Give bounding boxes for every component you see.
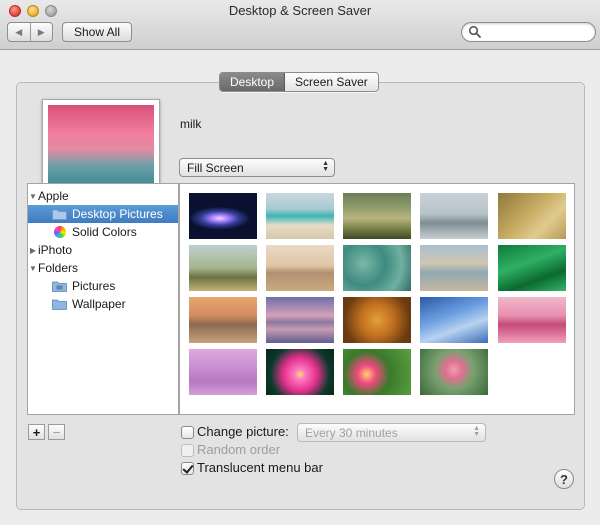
thumbnail-lion[interactable] — [343, 297, 411, 343]
source-label: Apple — [38, 189, 69, 203]
thumbnail-blossoms[interactable] — [420, 349, 488, 395]
select-arrows-icon: ▲ ▼ — [473, 425, 480, 438]
forward-button[interactable]: ▶ — [31, 23, 53, 41]
thumbnail-pink-mist[interactable] — [189, 349, 257, 395]
source-group-iphoto[interactable]: ▶ iPhoto — [28, 241, 178, 259]
thumbnail-green-waves[interactable] — [498, 245, 566, 291]
source-label: Wallpaper — [72, 297, 126, 311]
thumbnail-sunset-island[interactable] — [189, 297, 257, 343]
thumbnail-zebras[interactable] — [266, 245, 334, 291]
back-forward-control: ◀ ▶ — [7, 22, 53, 42]
disclosure-triangle-open-icon[interactable]: ▼ — [28, 264, 38, 273]
random-order-label: Random order — [197, 442, 281, 457]
preview-image — [48, 105, 154, 185]
select-arrows-icon: ▲ ▼ — [322, 160, 329, 173]
fit-mode-value: Fill Screen — [187, 160, 244, 175]
remove-folder-button[interactable]: − — [48, 424, 65, 440]
thumbnail-lake-mist[interactable] — [420, 193, 488, 239]
thumbnail-shore[interactable] — [420, 245, 488, 291]
source-label: Solid Colors — [72, 225, 137, 239]
source-label: Desktop Pictures — [72, 207, 163, 221]
thumbnail-elephant[interactable] — [189, 245, 257, 291]
add-folder-button[interactable]: + — [28, 424, 45, 440]
source-label: iPhoto — [38, 243, 73, 257]
picture-grid — [179, 183, 575, 415]
thumbnail-pink-mountain[interactable] — [498, 297, 566, 343]
picture-name: milk — [180, 117, 202, 131]
source-group-folders[interactable]: ▼ Folders — [28, 259, 178, 277]
tab-bar: Desktop Screen Saver — [219, 72, 379, 92]
toolbar: Desktop & Screen Saver ◀ ▶ Show All — [0, 0, 600, 50]
source-item-wallpaper[interactable]: Wallpaper — [28, 295, 178, 313]
folder-icon — [52, 298, 67, 310]
source-label: Pictures — [72, 279, 116, 293]
translucent-menu-bar-checkbox[interactable] — [181, 462, 194, 475]
fit-mode-select[interactable]: Fill Screen ▲ ▼ — [179, 158, 335, 177]
desktop-preview — [42, 99, 160, 191]
pictures-folder-icon — [52, 280, 67, 292]
disclosure-triangle-open-icon[interactable]: ▼ — [28, 192, 38, 201]
back-button[interactable]: ◀ — [8, 23, 31, 41]
source-group-apple[interactable]: ▼ Apple — [28, 187, 178, 205]
random-order-checkbox[interactable] — [181, 444, 194, 457]
thumbnail-golden-field[interactable] — [498, 193, 566, 239]
source-item-solid-colors[interactable]: Solid Colors — [28, 223, 178, 241]
color-wheel-icon — [54, 226, 66, 238]
thumbnail-lotus[interactable] — [266, 349, 334, 395]
change-picture-checkbox[interactable] — [181, 426, 194, 439]
help-button[interactable]: ? — [554, 469, 574, 489]
thumbnail-grass[interactable] — [343, 193, 411, 239]
search-field[interactable] — [461, 22, 596, 42]
source-list: ▼ Apple Desktop Pictures Solid Colors ▶ … — [27, 183, 179, 415]
thumbnail-clouds-moon[interactable] — [420, 297, 488, 343]
disclosure-triangle-closed-icon[interactable]: ▶ — [28, 246, 38, 255]
thumbnail-mountain-lake[interactable] — [266, 297, 334, 343]
thumbnail-galaxy[interactable] — [189, 193, 257, 239]
thumbnail-beach[interactable] — [266, 193, 334, 239]
change-interval-select[interactable]: Every 30 minutes ▲ ▼ — [297, 423, 486, 442]
change-picture-label: Change picture: — [197, 424, 289, 439]
source-label: Folders — [38, 261, 79, 275]
tab-desktop[interactable]: Desktop — [220, 73, 286, 91]
interval-value: Every 30 minutes — [305, 425, 398, 440]
tab-screen-saver[interactable]: Screen Saver — [285, 73, 378, 91]
search-icon — [468, 25, 481, 38]
thumbnail-pink-flowers[interactable] — [343, 349, 411, 395]
source-item-desktop-pictures[interactable]: Desktop Pictures — [28, 205, 178, 223]
folder-icon — [52, 208, 67, 220]
preferences-window: Desktop & Screen Saver ◀ ▶ Show All Desk… — [0, 0, 600, 525]
window-title: Desktop & Screen Saver — [228, 3, 372, 18]
thumbnail-lily-pads[interactable] — [343, 245, 411, 291]
show-all-button[interactable]: Show All — [62, 22, 132, 42]
source-item-pictures[interactable]: Pictures — [28, 277, 178, 295]
translucent-menu-bar-label: Translucent menu bar — [197, 460, 323, 475]
